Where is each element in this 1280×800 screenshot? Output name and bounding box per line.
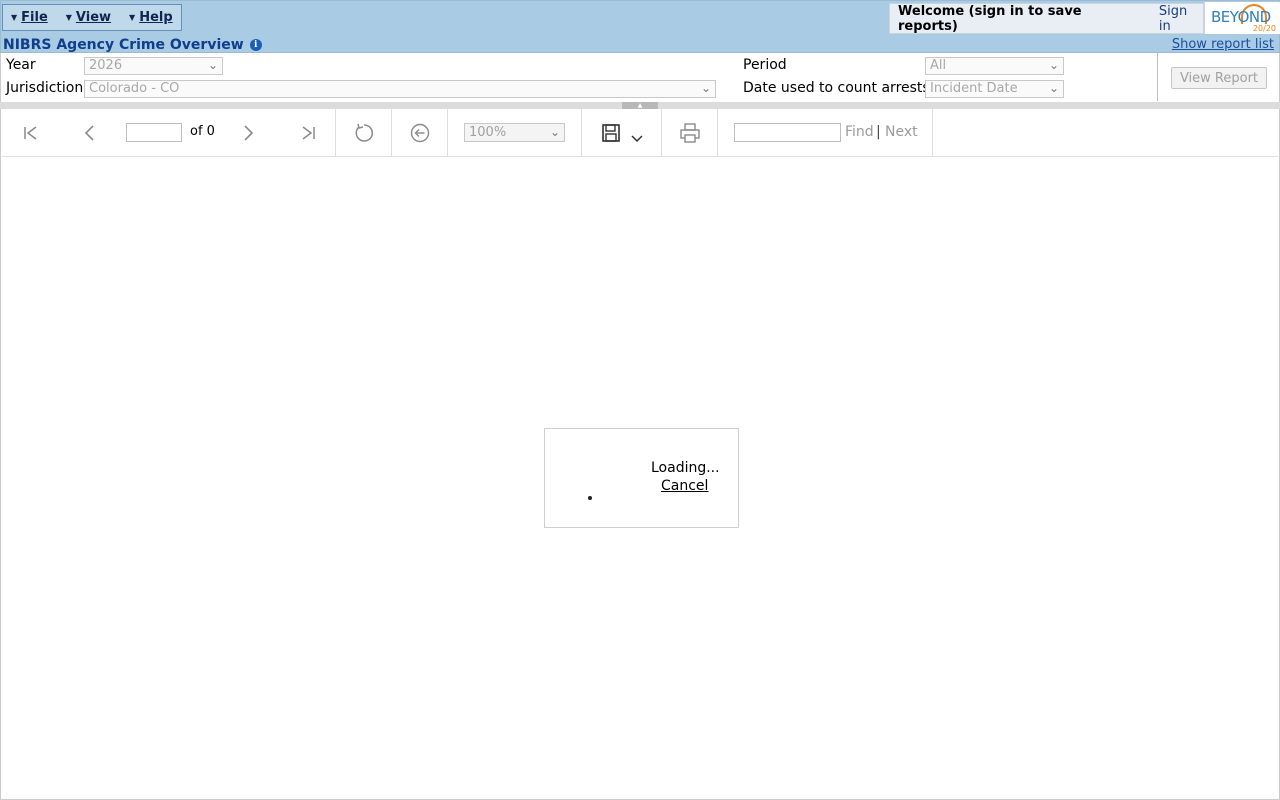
title-row: NIBRS Agency Crime Overview i	[3, 37, 262, 53]
print-icon[interactable]	[678, 121, 702, 145]
period-select[interactable]: All ⌄	[925, 57, 1064, 75]
logo-sub-text: 20/20	[1252, 24, 1276, 33]
back-to-parent-icon[interactable]	[408, 121, 432, 145]
chevron-down-icon: ⌄	[1048, 81, 1059, 95]
save-icon[interactable]	[599, 121, 623, 145]
jurisdiction-select[interactable]: Colorado - CO ⌄	[84, 80, 716, 98]
params-collapse-bar: ▲	[0, 102, 1280, 109]
find-next-link[interactable]: Next	[885, 124, 918, 140]
chevron-down-icon: ⌄	[1048, 58, 1059, 72]
menu-help-label: Help	[139, 10, 173, 25]
next-page-icon[interactable]	[236, 121, 260, 145]
export-dropdown-icon[interactable]	[625, 127, 649, 151]
toolbar-separator	[391, 109, 392, 156]
find-input[interactable]	[734, 123, 841, 142]
chevron-down-icon: ⌄	[700, 81, 711, 95]
toolbar-separator	[335, 109, 336, 156]
toolbar-separator	[932, 109, 933, 156]
view-report-button[interactable]: View Report	[1171, 67, 1267, 89]
zoom-select[interactable]: 100% ⌄	[464, 123, 565, 142]
caret-down-icon: ▼	[65, 13, 72, 22]
collapse-arrow-icon[interactable]: ▲	[622, 102, 658, 109]
beyond-2020-logo: BEYOND 20/20	[1204, 2, 1280, 34]
app-header: ▼ File ▼ View ▼ Help Welcome (sign in to…	[0, 0, 1280, 53]
page-title: NIBRS Agency Crime Overview	[3, 37, 244, 53]
year-select[interactable]: 2026 ⌄	[84, 57, 223, 75]
info-icon[interactable]: i	[249, 39, 262, 51]
welcome-panel: Welcome (sign in to save reports) Sign i…	[889, 3, 1204, 34]
params-divider	[1157, 53, 1158, 101]
chevron-down-icon: ⌄	[549, 125, 560, 139]
last-page-icon[interactable]	[296, 121, 320, 145]
caret-down-icon: ▼	[129, 13, 136, 22]
menu-file[interactable]: ▼ File	[3, 10, 48, 25]
date-arrests-select-value: Incident Date	[930, 81, 1018, 96]
date-arrests-label: Date used to count arrests	[743, 80, 930, 96]
toolbar-separator	[661, 109, 662, 156]
date-arrests-select[interactable]: Incident Date ⌄	[925, 80, 1064, 98]
jurisdiction-label: Jurisdiction	[6, 80, 84, 96]
period-select-value: All	[930, 58, 947, 73]
menu-view-label: View	[75, 10, 112, 25]
menu-view[interactable]: ▼ View	[58, 10, 111, 25]
sign-in-link[interactable]: Sign in	[1159, 4, 1203, 34]
refresh-icon[interactable]	[352, 121, 376, 145]
page-count: of 0	[190, 124, 215, 139]
spinner-icon	[588, 496, 592, 500]
menu-help[interactable]: ▼ Help	[121, 10, 173, 25]
menu-bar: ▼ File ▼ View ▼ Help	[2, 4, 182, 31]
cancel-link[interactable]: Cancel	[661, 478, 708, 494]
period-label: Period	[743, 57, 787, 73]
menu-file-label: File	[21, 10, 48, 25]
first-page-icon[interactable]	[19, 121, 43, 145]
toolbar-separator	[581, 109, 582, 156]
jurisdiction-select-value: Colorado - CO	[89, 81, 180, 96]
show-report-list-link[interactable]: Show report list	[1172, 37, 1274, 52]
report-parameters: Year 2026 ⌄ Jurisdiction Colorado - CO ⌄…	[0, 53, 1280, 102]
chevron-down-icon: ⌄	[207, 58, 218, 72]
year-select-value: 2026	[89, 58, 123, 73]
loading-text: Loading...	[651, 460, 720, 476]
report-toolbar: of 0 100% ⌄ Find | Next	[0, 109, 1280, 157]
welcome-text: Welcome (sign in to save reports)	[898, 3, 1082, 34]
year-label: Year	[6, 57, 36, 73]
find-link[interactable]: Find	[845, 124, 874, 140]
previous-page-icon[interactable]	[78, 121, 102, 145]
toolbar-separator	[447, 109, 448, 156]
find-separator: |	[876, 124, 881, 140]
report-viewport: Loading... Cancel	[0, 157, 1280, 800]
caret-down-icon: ▼	[11, 13, 18, 22]
toolbar-separator	[717, 109, 718, 156]
zoom-value: 100%	[469, 125, 507, 140]
loading-dialog: Loading... Cancel	[544, 428, 739, 528]
page-number-input[interactable]	[126, 123, 182, 142]
